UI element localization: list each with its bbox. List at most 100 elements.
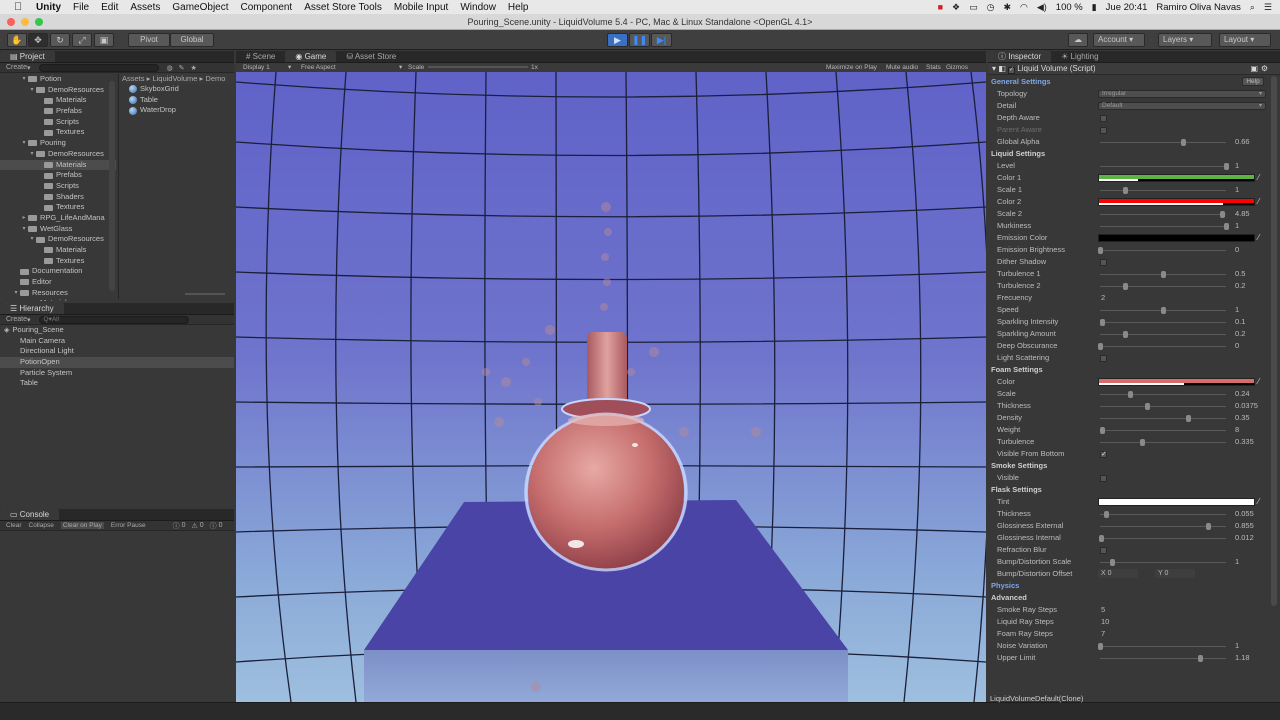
menu-assets[interactable]: Assets — [130, 2, 160, 13]
inspector-section-header[interactable]: Liquid Settings — [988, 148, 1268, 160]
hierarchy-item[interactable]: Directional Light — [0, 346, 234, 357]
apple-icon[interactable]:  — [14, 1, 28, 13]
project-breadcrumb[interactable]: Assets ▸ LiquidVolume ▸ Demo — [119, 74, 234, 84]
menu-component[interactable]: Component — [241, 2, 293, 13]
tab-asset-store[interactable]: ⛁ Asset Store — [336, 51, 406, 62]
project-folder-row[interactable]: Materials — [0, 298, 116, 301]
inspector-section-header[interactable]: Smoke Settings — [988, 460, 1268, 472]
offset-x-field[interactable]: X 0 — [1098, 569, 1138, 578]
property-value-field[interactable]: 8 — [1235, 424, 1239, 436]
property-slider[interactable] — [1100, 414, 1226, 422]
property-slider[interactable] — [1100, 162, 1229, 170]
tab-game[interactable]: ◉ Game — [285, 51, 337, 62]
rect-tool-button[interactable]: ▣ — [94, 33, 114, 47]
dropbox-icon[interactable]: ❖ — [952, 2, 960, 13]
console-collapse-button[interactable]: Collapse — [29, 522, 54, 529]
property-value-field[interactable]: 0.66 — [1235, 136, 1250, 148]
project-folder-row[interactable]: Materials — [0, 245, 116, 256]
hierarchy-item[interactable]: Main Camera — [0, 336, 234, 347]
property-slider[interactable] — [1098, 534, 1226, 542]
scale-tool-button[interactable]: ⤢ — [72, 33, 92, 47]
project-folder-row[interactable]: Scripts — [0, 181, 116, 192]
slider-knob[interactable] — [1097, 246, 1103, 254]
offset-y-field[interactable]: Y 0 — [1155, 569, 1195, 578]
tab-hierarchy[interactable]: ☰ Hierarchy — [0, 303, 64, 314]
color-field[interactable] — [1098, 378, 1255, 386]
slider-knob[interactable] — [1223, 162, 1229, 170]
slider-knob[interactable] — [1110, 558, 1116, 566]
property-value-field[interactable]: 1 — [1235, 184, 1239, 196]
hierarchy-item[interactable]: Table — [0, 378, 234, 389]
pause-button[interactable]: ❚❚ — [629, 33, 650, 47]
slider-knob[interactable] — [1145, 402, 1151, 410]
inspector-section-header[interactable]: Advanced — [988, 592, 1268, 604]
menu-window[interactable]: Window — [460, 2, 496, 13]
property-value-field[interactable]: 0.0375 — [1235, 400, 1258, 412]
move-tool-button[interactable]: ✥ — [28, 33, 48, 47]
slider-knob[interactable] — [1122, 330, 1128, 338]
property-value-field[interactable]: 1 — [1235, 640, 1239, 652]
aspect-dropdown[interactable]: Free Aspect — [301, 63, 336, 72]
property-value-field[interactable]: 0.5 — [1235, 268, 1245, 280]
stats-toggle[interactable]: Stats — [926, 63, 941, 72]
eyedropper-icon[interactable]: ⁄ — [1258, 197, 1259, 206]
volume-icon[interactable]: ◀) — [1037, 2, 1047, 13]
tab-lighting[interactable]: ☀ Lighting — [1051, 51, 1108, 62]
project-search-input[interactable] — [38, 63, 159, 72]
color-field[interactable] — [1098, 498, 1255, 506]
error-icon[interactable]: ⓘ — [210, 521, 217, 531]
hierarchy-create-button[interactable]: Create — [6, 316, 27, 323]
slider-knob[interactable] — [1160, 270, 1166, 278]
project-folder-row[interactable]: ▸ RPG_LifeAndMana — [0, 213, 116, 224]
property-slider[interactable] — [1100, 402, 1226, 410]
slider-knob[interactable] — [1160, 306, 1166, 314]
color-field[interactable] — [1098, 234, 1255, 242]
account-dropdown[interactable]: Account ▾ — [1093, 33, 1145, 47]
project-folder-row[interactable]: Textures — [0, 202, 116, 213]
project-create-button[interactable]: Create — [6, 64, 27, 71]
component-enabled-checkbox[interactable]: ✓ — [1008, 67, 1016, 74]
menu-gameobject[interactable]: GameObject — [172, 2, 228, 13]
wifi-icon[interactable]: ◠ — [1020, 2, 1028, 13]
time-machine-icon[interactable]: ◷ — [987, 2, 995, 13]
property-value-field[interactable]: 0 — [1235, 340, 1239, 352]
project-folder-row[interactable]: Scripts — [0, 117, 116, 128]
project-folder-row[interactable]: ▾ WetGlass — [0, 224, 116, 235]
property-checkbox[interactable] — [1100, 547, 1107, 554]
notification-center-icon[interactable]: ☰ — [1264, 2, 1272, 13]
project-file-item[interactable]: Table — [119, 95, 234, 106]
menu-edit[interactable]: Edit — [101, 2, 118, 13]
expanded-arrow-icon[interactable]: ▾ — [20, 74, 28, 85]
project-folder-row[interactable]: Textures — [0, 256, 116, 267]
console-clear-button[interactable]: Clear — [6, 522, 22, 529]
property-checkbox[interactable] — [1100, 127, 1107, 134]
property-int-field[interactable]: 5 — [1101, 604, 1105, 616]
collapse-arrow-icon[interactable]: ▾ — [992, 64, 996, 73]
menu-mobile-input[interactable]: Mobile Input — [394, 2, 448, 13]
expanded-arrow-icon[interactable]: ▾ — [20, 138, 28, 149]
property-int-field[interactable]: 7 — [1101, 628, 1105, 640]
project-folder-row[interactable]: Textures — [0, 127, 116, 138]
component-header[interactable]: ▾ ◧ ✓ Liquid Volume (Script) ▣ ⚙ — [988, 63, 1280, 75]
minimize-window-button[interactable] — [21, 18, 29, 26]
menubar-clock[interactable]: Jue 20:41 — [1106, 2, 1148, 13]
slider-knob[interactable] — [1127, 390, 1133, 398]
property-slider[interactable] — [1097, 246, 1226, 254]
property-value-field[interactable]: 1 — [1235, 160, 1239, 172]
inspector-section-header[interactable]: Flask Settings — [988, 484, 1268, 496]
property-value-field[interactable]: 1 — [1235, 304, 1239, 316]
inspector-scrollbar[interactable] — [1271, 76, 1277, 606]
game-viewport[interactable] — [236, 72, 986, 702]
project-folder-row[interactable]: Prefabs — [0, 170, 116, 181]
menu-file[interactable]: File — [73, 2, 89, 13]
property-slider[interactable] — [1097, 642, 1226, 650]
reference-icon[interactable]: ▣ — [1250, 63, 1258, 75]
slider-knob[interactable] — [1205, 522, 1211, 530]
close-window-button[interactable] — [7, 18, 15, 26]
display-dropdown[interactable]: Display 1 — [243, 63, 270, 72]
eyedropper-icon[interactable]: ⁄ — [1258, 377, 1259, 386]
property-checkbox[interactable] — [1100, 355, 1107, 362]
property-slider[interactable] — [1100, 426, 1226, 434]
property-value-field[interactable]: 0.855 — [1235, 520, 1254, 532]
project-folder-row[interactable]: ▾ DemoResources — [0, 149, 116, 160]
